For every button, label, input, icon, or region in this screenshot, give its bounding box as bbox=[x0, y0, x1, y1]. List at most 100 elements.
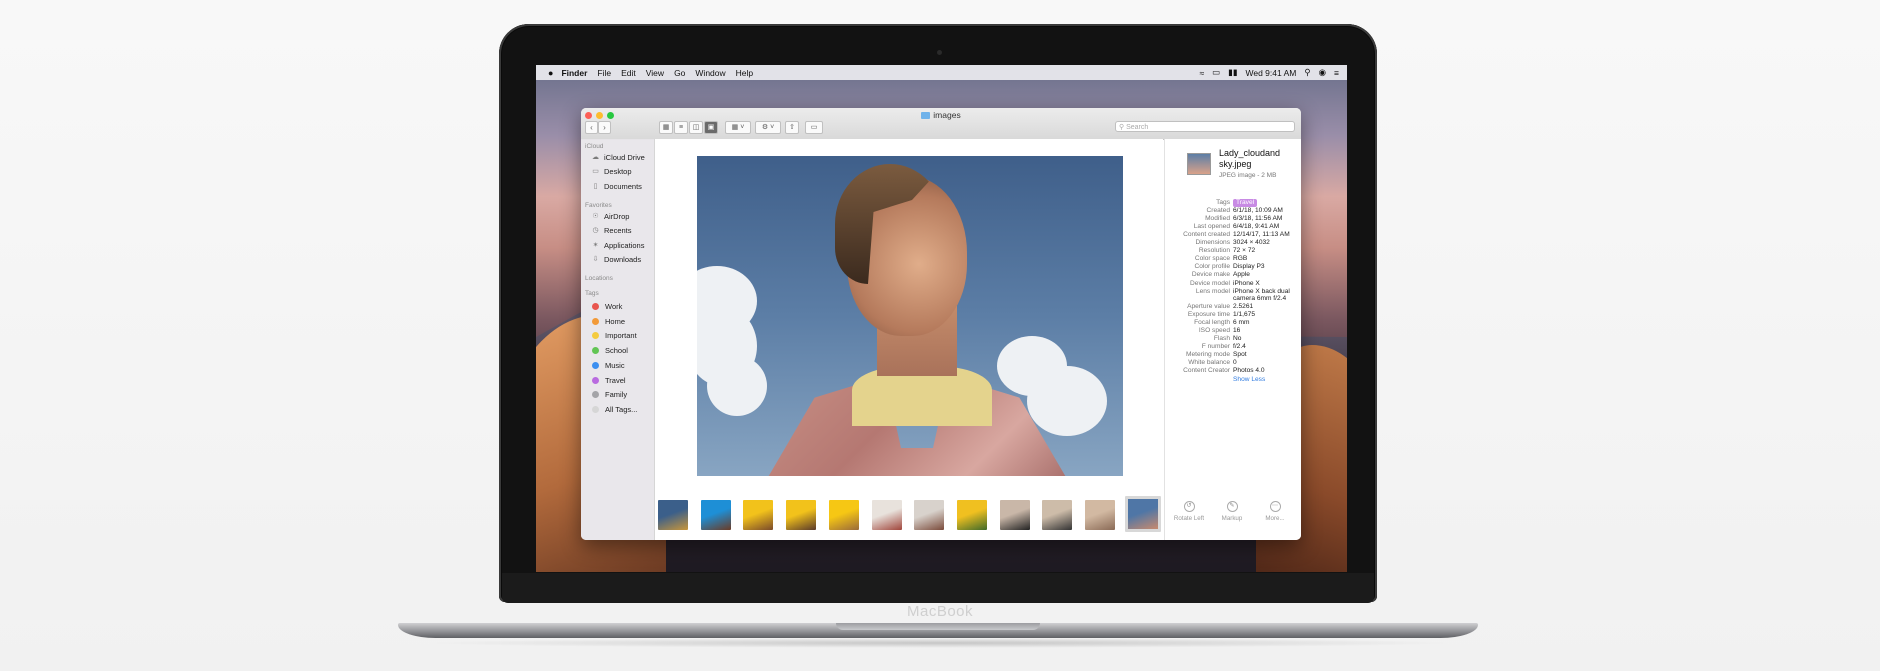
sidebar-item-documents[interactable]: ▯ Documents bbox=[591, 182, 642, 191]
share-icon[interactable]: ⇧ bbox=[785, 121, 799, 134]
status-area: ≈ ▭ ▮▮ Wed 9:41 AM ⚲ ◉ ≡ bbox=[1191, 67, 1339, 78]
thumbnail[interactable] bbox=[956, 500, 987, 530]
thumbnail[interactable] bbox=[700, 500, 731, 530]
metadata-row: Content Creator Photos 4.0 bbox=[1165, 367, 1301, 376]
apple-icon[interactable]: ● bbox=[548, 68, 553, 78]
column-view-button[interactable]: ◫ bbox=[689, 121, 703, 134]
menu-view[interactable]: View bbox=[646, 68, 664, 78]
metadata-value: f/2.4 bbox=[1233, 342, 1246, 350]
thumbnail-image bbox=[1127, 499, 1158, 529]
airplay-icon[interactable]: ▭ bbox=[1212, 67, 1220, 78]
metadata-value: Apple bbox=[1233, 271, 1250, 279]
sidebar-tag-item[interactable]: School bbox=[591, 346, 628, 355]
action-gear-icon[interactable]: ⚙ ˅ bbox=[755, 121, 781, 134]
group-by-button[interactable]: ▦ ˅ bbox=[725, 121, 751, 134]
window-title: images bbox=[581, 110, 1301, 120]
menu-edit[interactable]: Edit bbox=[621, 68, 636, 78]
metadata-value: Spot bbox=[1233, 350, 1247, 358]
cloud-icon: ☁ bbox=[592, 154, 599, 161]
finder-window: images ‹ › ▦ ≡ ◫ ▣ ▦ ˅ ⚙ ˅ ⇧ ▭ ⚲ Search … bbox=[581, 108, 1301, 540]
menu-finder[interactable]: Finder bbox=[561, 68, 587, 78]
metadata-value: 1/1,675 bbox=[1233, 310, 1255, 318]
metadata-value: Photos 4.0 bbox=[1233, 366, 1265, 374]
spotlight-icon[interactable]: ⚲ bbox=[1304, 67, 1310, 78]
metadata-key: Device make bbox=[1191, 271, 1230, 279]
tag-color-dot-icon bbox=[592, 317, 599, 325]
gallery-content bbox=[655, 139, 1163, 540]
metadata-value: 2.5261 bbox=[1233, 302, 1254, 310]
thumbnail[interactable] bbox=[743, 500, 774, 530]
thumbnail[interactable] bbox=[658, 500, 688, 530]
menu-go[interactable]: Go bbox=[674, 68, 685, 78]
metadata-key: Last opened bbox=[1193, 223, 1230, 231]
back-button[interactable]: ‹ bbox=[585, 121, 598, 134]
camera-icon bbox=[937, 50, 942, 55]
sidebar-item-desktop[interactable]: ▭ Desktop bbox=[591, 167, 631, 176]
thumbnail[interactable] bbox=[786, 500, 817, 530]
thumbnail-selected[interactable] bbox=[1124, 496, 1161, 532]
metadata-key: Device model bbox=[1190, 279, 1230, 287]
forward-button[interactable]: › bbox=[598, 121, 611, 134]
notification-center-icon[interactable]: ≡ bbox=[1334, 68, 1339, 78]
metadata-key: Aperture value bbox=[1187, 302, 1230, 310]
file-thumbnail-icon bbox=[1187, 153, 1211, 175]
show-less-link[interactable]: Show Less bbox=[1233, 376, 1265, 383]
tag-badge[interactable]: Travel bbox=[1233, 199, 1258, 207]
sidebar-item-recents[interactable]: ◷ Recents bbox=[591, 226, 631, 235]
metadata-key: Lens model bbox=[1195, 287, 1230, 295]
sidebar-tag-item[interactable]: Family bbox=[591, 390, 627, 399]
cloud-shape bbox=[707, 356, 767, 416]
laptop-chin bbox=[502, 573, 1374, 603]
thumbnail[interactable] bbox=[1085, 500, 1115, 530]
metadata-value: 6 mm bbox=[1233, 318, 1250, 326]
sidebar-tag-item[interactable]: All Tags... bbox=[591, 405, 637, 414]
icon-view-button[interactable]: ▦ bbox=[659, 121, 673, 134]
thumbnail[interactable] bbox=[914, 500, 945, 530]
thumbnail[interactable] bbox=[871, 500, 902, 530]
thumbnail[interactable] bbox=[1042, 500, 1073, 530]
metadata-key: White balance bbox=[1188, 358, 1230, 366]
markup-button[interactable]: ✎ Markup bbox=[1212, 501, 1252, 522]
clock-label[interactable]: Wed 9:41 AM bbox=[1246, 68, 1297, 78]
menu-file[interactable]: File bbox=[597, 68, 611, 78]
desktop-icon: ▭ bbox=[592, 168, 599, 175]
tag-icon[interactable]: ▭ bbox=[805, 121, 823, 134]
sidebar-item-icloud-drive[interactable]: ☁ iCloud Drive bbox=[591, 153, 645, 162]
sidebar-item-downloads[interactable]: ⇩ Downloads bbox=[591, 255, 642, 264]
gallery-view-button[interactable]: ▣ bbox=[704, 121, 718, 134]
battery-icon[interactable]: ▮▮ bbox=[1228, 67, 1237, 78]
wifi-icon[interactable]: ≈ bbox=[1199, 68, 1204, 78]
cloud-shape bbox=[1027, 366, 1107, 436]
folder-icon bbox=[921, 112, 931, 119]
metadata-key: F number bbox=[1201, 342, 1230, 350]
more-icon: ⋯ bbox=[1269, 501, 1281, 512]
rotate-left-icon: ↺ bbox=[1183, 501, 1195, 512]
search-input[interactable]: ⚲ Search bbox=[1115, 121, 1295, 132]
sidebar-tag-item[interactable]: Home bbox=[591, 317, 625, 326]
thumbnail[interactable] bbox=[828, 500, 859, 530]
menu-help[interactable]: Help bbox=[736, 68, 753, 78]
sidebar-tag-item[interactable]: Important bbox=[591, 331, 637, 340]
sidebar-tag-item[interactable]: Travel bbox=[591, 376, 626, 385]
markup-icon: ✎ bbox=[1226, 501, 1238, 512]
document-icon: ▯ bbox=[593, 183, 598, 190]
siri-icon[interactable]: ◉ bbox=[1319, 67, 1326, 78]
metadata-value: RGB bbox=[1233, 255, 1248, 263]
metadata-value: iPhone X bbox=[1233, 279, 1260, 287]
sidebar-tag-item[interactable]: Work bbox=[591, 302, 622, 311]
sidebar-tag-item[interactable]: Music bbox=[591, 361, 625, 370]
sidebar-item-applications[interactable]: ✶ Applications bbox=[591, 241, 645, 250]
gallery-preview-image[interactable] bbox=[697, 156, 1123, 476]
menu-window[interactable]: Window bbox=[695, 68, 725, 78]
thumbnail[interactable] bbox=[999, 500, 1030, 530]
sidebar-item-airdrop[interactable]: ☉ AirDrop bbox=[591, 212, 629, 221]
metadata-key: Created bbox=[1206, 207, 1230, 215]
metadata-value: 6/4/18, 9:41 AM bbox=[1233, 223, 1280, 231]
more-button[interactable]: ⋯ More... bbox=[1255, 501, 1295, 522]
metadata-value: Display P3 bbox=[1233, 263, 1265, 271]
metadata-key: Dimensions bbox=[1195, 239, 1230, 247]
metadata-value: 12/14/17, 11:13 AM bbox=[1233, 231, 1290, 239]
window-toolbar: images ‹ › ▦ ≡ ◫ ▣ ▦ ˅ ⚙ ˅ ⇧ ▭ ⚲ Search bbox=[581, 108, 1301, 140]
rotate-left-button[interactable]: ↺ Rotate Left bbox=[1169, 501, 1209, 522]
list-view-button[interactable]: ≡ bbox=[674, 121, 688, 134]
